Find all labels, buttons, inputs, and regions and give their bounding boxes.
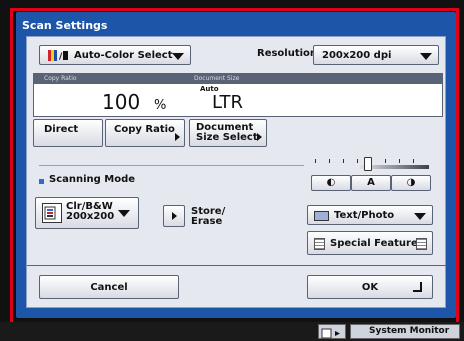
direct-button[interactable]: Direct <box>33 119 103 147</box>
density-tick <box>357 159 358 163</box>
document-size-value: LTR <box>212 92 244 113</box>
density-marker[interactable] <box>364 157 372 171</box>
section-divider <box>39 165 304 166</box>
auto-density-button[interactable]: A <box>351 175 391 191</box>
resolution-value: 200x200 dpi <box>322 50 392 61</box>
store-erase-button[interactable] <box>163 205 185 227</box>
enter-icon <box>413 282 422 292</box>
document-size-select-button[interactable]: Document Size Select <box>189 119 267 147</box>
copy-ratio-button[interactable]: Copy Ratio <box>105 119 185 147</box>
chevron-down-icon <box>414 213 426 220</box>
chevron-down-icon <box>118 210 130 217</box>
half-circle-right-icon: ◑ <box>406 177 416 188</box>
arrow-right-icon <box>172 212 177 220</box>
svg-text:/: / <box>59 52 63 61</box>
density-tick <box>315 159 316 163</box>
document-size-select-label: Document Size Select <box>196 122 258 143</box>
footer-divider <box>27 265 447 266</box>
density-tick <box>343 159 344 163</box>
document-icon <box>42 203 62 223</box>
special-features-button[interactable]: Special Features <box>307 231 433 255</box>
cancel-button[interactable]: Cancel <box>39 275 179 299</box>
copy-ratio-caption: Copy Ratio <box>44 75 77 82</box>
resolution-label: Resolution: <box>257 48 322 59</box>
text-photo-icon <box>314 211 329 221</box>
dialog-title: Scan Settings <box>22 19 108 32</box>
copy-ratio-value: 100 <box>102 90 141 114</box>
counter-icon <box>321 328 340 339</box>
density-tick <box>399 159 400 163</box>
system-monitor-label: System Monitor <box>369 326 450 336</box>
copy-ratio-unit: % <box>154 98 167 113</box>
cancel-label: Cancel <box>90 282 128 293</box>
color-mode-icon: / <box>48 50 68 62</box>
density-tick <box>329 159 330 163</box>
dialog-content: / Auto-Color Select Resolution: 200x200 … <box>26 36 447 308</box>
half-circle-left-icon: ◐ <box>326 177 336 188</box>
special-features-icon <box>314 238 325 250</box>
ok-button[interactable]: OK <box>307 275 433 299</box>
arrow-right-icon <box>175 133 180 141</box>
auto-density-label: A <box>367 177 375 188</box>
original-type-select[interactable]: Text/Photo <box>307 205 433 225</box>
counter-check-button[interactable] <box>318 324 346 339</box>
density-slider[interactable] <box>311 157 429 171</box>
chevron-down-icon <box>420 53 432 60</box>
original-type-value: Text/Photo <box>334 210 395 221</box>
section-bullet-icon <box>39 179 44 184</box>
scanning-mode-title: Scanning Mode <box>49 174 136 185</box>
store-erase-label: Store/ Erase <box>191 206 226 227</box>
chevron-down-icon <box>172 53 184 60</box>
density-tick <box>413 159 414 163</box>
document-size-caption: Document Size <box>194 75 240 82</box>
scan-mode-value: Clr/B&W 200x200 <box>66 201 115 222</box>
lighter-density-button[interactable]: ◐ <box>311 175 351 191</box>
darker-density-button[interactable]: ◑ <box>391 175 431 191</box>
color-mode-label: Auto-Color Select <box>74 50 173 61</box>
copy-ratio-label: Copy Ratio <box>114 124 175 135</box>
arrow-right-icon <box>257 133 262 141</box>
system-monitor-button[interactable]: System Monitor <box>350 324 460 339</box>
special-features-icon <box>416 238 427 250</box>
scan-mode-select[interactable]: Clr/B&W 200x200 <box>35 197 139 229</box>
ratio-display: Copy Ratio Document Size 100 % Auto LTR <box>33 73 443 117</box>
resolution-select[interactable]: 200x200 dpi <box>313 45 439 65</box>
color-mode-select[interactable]: / Auto-Color Select <box>39 45 191 65</box>
direct-label: Direct <box>44 124 79 135</box>
special-features-label: Special Features <box>330 238 424 249</box>
density-tick <box>385 159 386 163</box>
